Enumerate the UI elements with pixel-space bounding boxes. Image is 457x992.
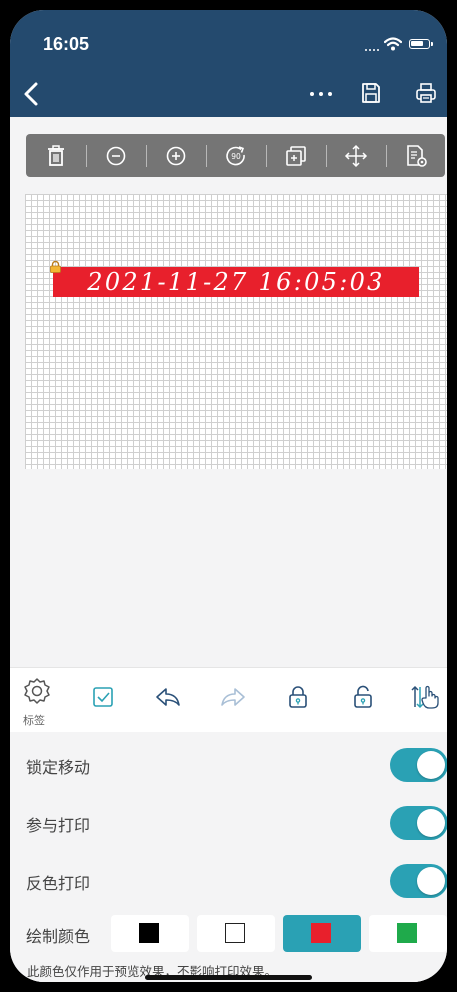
checkbox-icon[interactable] [88, 682, 118, 712]
label-canvas-grid[interactable] [25, 194, 447, 469]
label-datetime-text: 2021-11-27 16:05:03 [87, 268, 385, 296]
white-swatch [225, 923, 245, 943]
toolbar-divider [386, 145, 387, 167]
home-indicator [145, 975, 312, 980]
rotate-90-icon[interactable]: 90 [222, 142, 250, 170]
lock-move-label: 锁定移动 [26, 758, 91, 777]
lock-badge-icon [50, 260, 61, 273]
invert-print-toggle[interactable] [390, 864, 447, 898]
ellipsis-dot [328, 92, 332, 96]
wifi-icon [384, 37, 402, 51]
lock-icon[interactable] [283, 682, 313, 712]
duplicate-icon[interactable] [282, 142, 310, 170]
unlock-icon[interactable] [348, 682, 378, 712]
ellipsis-dot [319, 92, 323, 96]
canvas-label-element[interactable]: 2021-11-27 16:05:03 [53, 267, 419, 297]
back-icon[interactable] [20, 80, 44, 108]
delete-icon[interactable] [42, 142, 70, 170]
toolbar-divider [206, 145, 207, 167]
toolbar-divider [86, 145, 87, 167]
invert-print-row: 反色打印 [10, 852, 447, 910]
zoom-in-icon[interactable] [162, 142, 190, 170]
printer-icon[interactable] [415, 81, 437, 105]
bottom-tool-bar: 标签 [10, 667, 447, 732]
color-option-green[interactable] [369, 915, 447, 952]
lock-move-row: 锁定移动 [10, 736, 447, 794]
settings-icon[interactable] [22, 676, 52, 706]
redo-icon[interactable] [218, 682, 248, 712]
layer-order-icon[interactable] [410, 682, 440, 712]
settings-panel: 锁定移动 参与打印 反色打印 绘制颜色 此颜色仅作用于预览效果，不影响打印效果。 [10, 732, 447, 982]
ellipsis-icon [310, 92, 314, 96]
settings-label: 标签 [23, 714, 45, 727]
undo-icon[interactable] [153, 682, 183, 712]
header: 16:05 [10, 10, 447, 117]
color-option-red[interactable] [283, 915, 361, 952]
black-swatch [139, 923, 159, 943]
app-screen: 16:05 90 2021-11-27 16:05:03 标签 锁定移动 参与打… [10, 10, 447, 982]
save-icon[interactable] [360, 81, 382, 105]
lock-move-toggle[interactable] [390, 748, 447, 782]
toolbar-divider [266, 145, 267, 167]
status-time: 16:05 [43, 34, 90, 54]
participate-print-label: 参与打印 [26, 816, 91, 835]
signal-icon [365, 47, 381, 51]
draw-color-row: 绘制颜色 [10, 915, 447, 955]
draw-color-label: 绘制颜色 [26, 927, 91, 946]
battery-icon [409, 39, 433, 49]
toolbar-divider [326, 145, 327, 167]
red-swatch [311, 923, 331, 943]
participate-print-toggle[interactable] [390, 806, 447, 840]
properties-icon[interactable] [402, 142, 430, 170]
color-option-black[interactable] [111, 915, 189, 952]
green-swatch [397, 923, 417, 943]
invert-print-label: 反色打印 [26, 874, 91, 893]
more-button[interactable] [306, 84, 336, 104]
toolbar-divider [146, 145, 147, 167]
color-option-white[interactable] [197, 915, 275, 952]
participate-print-row: 参与打印 [10, 794, 447, 852]
zoom-out-icon[interactable] [102, 142, 130, 170]
move-icon[interactable] [342, 142, 370, 170]
rotate-90-label: 90 [231, 152, 241, 161]
edit-toolbar: 90 [26, 134, 445, 177]
